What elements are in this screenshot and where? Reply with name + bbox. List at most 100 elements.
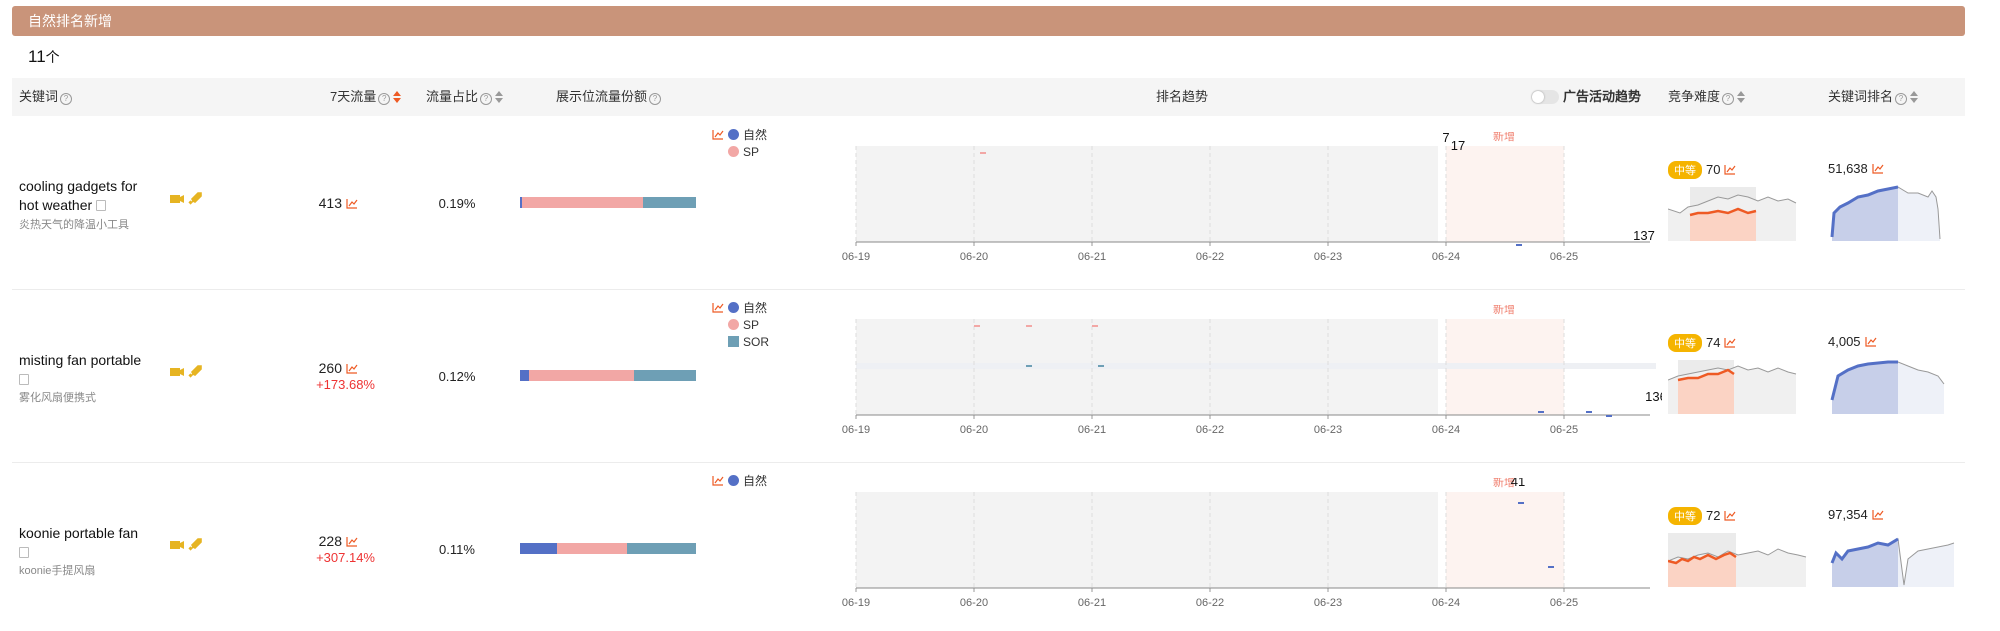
x-tick-label: 06-21 xyxy=(1078,597,1106,609)
keyword-text[interactable]: misting fan portable xyxy=(19,351,159,389)
bar-segment-sp xyxy=(556,543,628,554)
traffic-share-value: 0.12% xyxy=(438,369,476,384)
trend-chart-icon[interactable] xyxy=(346,536,358,547)
bar-segment-sp xyxy=(521,197,644,208)
trend-chart-icon[interactable] xyxy=(1724,337,1736,348)
data-label: 3 xyxy=(970,305,977,306)
series-mark-natural xyxy=(1548,566,1554,568)
trend-chart-icon[interactable] xyxy=(1724,510,1736,521)
x-tick-label: 06-23 xyxy=(1314,251,1342,263)
rank-trend-chart: 06-1906-2006-2106-2206-2306-2406-25新增414… xyxy=(842,478,1650,609)
col-rank-trend: 排名趋势 xyxy=(1156,89,1209,104)
traffic-growth: +307.14% xyxy=(316,550,375,565)
x-tick-label: 06-25 xyxy=(1550,597,1578,609)
legend-item-sp[interactable]: SP xyxy=(712,143,767,160)
series-mark-natural xyxy=(1518,502,1524,504)
x-tick-label: 06-21 xyxy=(1078,251,1106,263)
keyword-rank-sparkline xyxy=(1830,537,1955,587)
bar-segment-sor xyxy=(643,197,696,208)
competition-value: 中等 74 xyxy=(1668,334,1736,352)
col-keyword-rank[interactable]: 关键词排名? xyxy=(1828,78,1919,116)
data-label: 17 xyxy=(1451,138,1465,153)
placement-share-bar xyxy=(520,370,696,381)
traffic-growth: +173.68% xyxy=(316,377,375,392)
x-tick-label: 06-25 xyxy=(1550,251,1578,263)
copy-icon[interactable] xyxy=(19,374,29,385)
legend-item-natural[interactable]: 自然 xyxy=(712,126,767,143)
legend-item-natural[interactable]: 自然 xyxy=(712,299,769,316)
line-chart-icon xyxy=(712,476,724,486)
x-tick-label: 06-20 xyxy=(960,424,988,436)
ad-trend-label: 广告活动趋势 xyxy=(1563,89,1642,104)
keyword-translation: 炎热天气的降温小工具 xyxy=(19,219,129,231)
traffic7-value: 413 xyxy=(278,195,358,211)
trend-chart-icon[interactable] xyxy=(1872,163,1884,174)
series-mark-natural xyxy=(1606,415,1612,417)
sor-band xyxy=(856,363,1656,369)
traffic7-value: 260 xyxy=(278,360,358,376)
x-tick-label: 06-24 xyxy=(1432,597,1460,609)
x-tick-label: 06-24 xyxy=(1432,251,1460,263)
copy-icon[interactable] xyxy=(96,200,107,211)
x-tick-label: 06-22 xyxy=(1196,424,1224,436)
competition-level-badge: 中等 xyxy=(1668,334,1702,352)
table-row: cooling gadgets for hot weather 炎热天气的降温小… xyxy=(12,117,1965,290)
legend-item-sp[interactable]: SP xyxy=(712,316,769,333)
placement-share-bar xyxy=(520,197,696,208)
x-tick-label: 06-21 xyxy=(1078,424,1106,436)
traffic-share-value: 0.11% xyxy=(439,542,475,557)
copy-icon[interactable] xyxy=(19,547,29,558)
help-icon[interactable]: ? xyxy=(60,93,73,105)
trend-chart-icon[interactable] xyxy=(346,198,358,209)
table-row: misting fan portable 雾化风扇便携式 260 +173.68… xyxy=(12,290,1965,463)
data-label: 137 xyxy=(1633,228,1655,243)
keyword-rank-value: 4,005 xyxy=(1828,334,1877,349)
bar-segment-sor xyxy=(634,370,696,381)
x-tick-label: 06-22 xyxy=(1196,597,1224,609)
rocket-icon xyxy=(188,538,202,551)
col-traffic-share[interactable]: 流量占比? xyxy=(426,78,504,116)
series-legend: 自然 SP SOR xyxy=(712,299,769,350)
result-count: 11个 xyxy=(28,47,60,66)
keyword-text[interactable]: cooling gadgets for hot weather xyxy=(19,177,159,215)
new-period-label: 新增 xyxy=(1493,305,1515,316)
series-mark-sp xyxy=(980,152,986,154)
new-period-band xyxy=(1446,492,1564,588)
series-mark-sp xyxy=(1026,325,1032,327)
data-label: 41 xyxy=(1511,478,1525,489)
trend-chart-icon[interactable] xyxy=(1872,509,1884,520)
sort-icon[interactable] xyxy=(1910,91,1919,103)
competition-sparkline xyxy=(1668,187,1797,241)
series-mark-sor xyxy=(1098,365,1104,367)
bar-segment-natural xyxy=(520,370,529,381)
legend-item-sor[interactable]: SOR xyxy=(712,333,769,350)
x-tick-label: 06-22 xyxy=(1196,251,1224,263)
col-traffic7[interactable]: 7天流量? xyxy=(330,78,402,116)
ad-trend-toggle[interactable] xyxy=(1531,90,1559,104)
series-legend: 自然 xyxy=(712,472,767,489)
series-legend: 自然 SP xyxy=(712,126,767,160)
legend-item-natural[interactable]: 自然 xyxy=(712,472,767,489)
trend-chart-icon[interactable] xyxy=(1864,336,1877,347)
sort-icon[interactable] xyxy=(495,91,504,103)
help-icon[interactable]: ? xyxy=(378,93,391,105)
x-tick-label: 06-24 xyxy=(1432,424,1460,436)
sort-icon[interactable] xyxy=(1737,91,1746,103)
keyword-text[interactable]: koonie portable fan xyxy=(19,524,159,562)
col-competition[interactable]: 竞争难度? xyxy=(1668,78,1746,116)
chart-background xyxy=(856,146,1438,242)
rank-trend-chart: 06-19 06-20 06-21 06-22 06-23 06-24 06-25 新增 717… xyxy=(842,132,1655,263)
traffic7-value: 228 xyxy=(278,533,358,549)
help-icon[interactable]: ? xyxy=(649,93,662,105)
sort-icon[interactable] xyxy=(393,91,402,103)
help-icon[interactable]: ? xyxy=(1722,93,1735,105)
keyword-rank-sparkline xyxy=(1830,360,1945,414)
series-mark-natural xyxy=(1586,411,1592,413)
help-icon[interactable]: ? xyxy=(480,93,493,105)
trend-chart-icon[interactable] xyxy=(346,363,358,374)
x-tick-label: 06-23 xyxy=(1314,424,1342,436)
line-chart-icon xyxy=(712,303,724,313)
bar-segment-sp xyxy=(528,370,635,381)
help-icon[interactable]: ? xyxy=(1895,93,1908,105)
trend-chart-icon[interactable] xyxy=(1724,164,1736,175)
